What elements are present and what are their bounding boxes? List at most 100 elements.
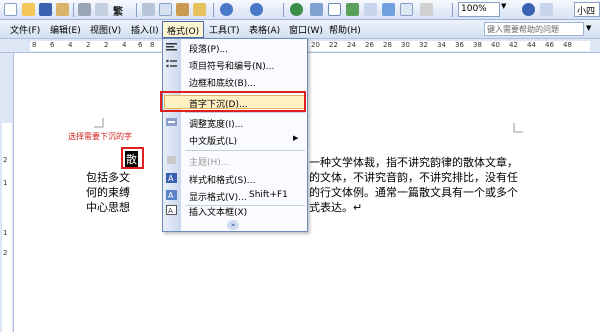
theme-icon: [167, 156, 176, 164]
ruler-number: 6: [138, 41, 143, 49]
ruler-number: 26: [365, 41, 374, 49]
menu-shortcut: Shift+F1: [249, 190, 288, 200]
menu-item-styles-formatting[interactable]: A 样式和格式(S)...: [163, 170, 307, 186]
reveal-format-icon: A: [166, 190, 177, 200]
menu-item-theme: 主题(H)...: [163, 152, 307, 168]
menu-item-label: 边框和底纹(B)...: [189, 79, 256, 89]
menu-item-label: 段落(P)...: [189, 45, 229, 55]
expand-menu-icon[interactable]: »: [227, 220, 239, 230]
document-line-4-start[interactable]: 中心思想: [86, 199, 130, 215]
menu-help[interactable]: 帮助(H): [329, 23, 361, 36]
toolbar-separator: [136, 3, 137, 17]
ruler-number: 40: [491, 41, 500, 49]
copy-icon[interactable]: [159, 3, 172, 16]
menu-item-reveal-formatting[interactable]: A 显示格式(V)... Shift+F1: [163, 187, 307, 203]
menu-item-insert-textbox[interactable]: A 插入文本框(X): [163, 202, 307, 218]
menu-bar: 文件(F) 编辑(E) 视图(V) 插入(I) 格式(O) 工具(T) 表格(A…: [0, 20, 600, 39]
print-icon[interactable]: [78, 3, 91, 16]
adjust-width-icon: [166, 118, 177, 126]
ruler-number: 48: [563, 41, 572, 49]
instruction-annotation: 选择需要下沉的字: [68, 132, 132, 141]
font-size-dropdown[interactable]: 小四: [574, 2, 600, 17]
help-icon[interactable]: [522, 3, 535, 16]
insert-table-icon[interactable]: [328, 3, 341, 16]
drawing-icon[interactable]: [382, 3, 395, 16]
ruler-number: 24: [347, 41, 356, 49]
menu-item-chinese-layout[interactable]: 中文版式(L) ▶: [163, 131, 307, 147]
menu-separator: [185, 150, 305, 151]
vertical-ruler[interactable]: 2 1 1 2: [0, 53, 14, 332]
svg-text:A: A: [168, 174, 174, 183]
ruler-number: 36: [455, 41, 464, 49]
font-size-value: 小四: [577, 7, 596, 17]
menu-insert[interactable]: 插入(I): [131, 23, 159, 36]
ruler-number: 1: [3, 229, 8, 237]
insert-excel-icon[interactable]: [346, 3, 359, 16]
drop-cap-highlight-box: [160, 91, 306, 112]
menu-expand-row[interactable]: »: [163, 217, 307, 233]
document-line-2-tail[interactable]: 的文体，不讲究音韵，不讲究排比，没有任: [309, 169, 518, 185]
help-placeholder: 键入需要帮助的问题: [487, 25, 559, 34]
margin-corner-mark: [513, 123, 523, 133]
ruler-number: 20: [311, 41, 320, 49]
submenu-arrow-icon: ▶: [293, 134, 299, 142]
format-painter-icon[interactable]: [193, 3, 206, 16]
open-folder-icon[interactable]: [22, 3, 35, 16]
hyperlink-icon[interactable]: [290, 3, 303, 16]
menu-separator: [185, 112, 305, 113]
help-search-input[interactable]: 键入需要帮助的问题: [484, 22, 584, 36]
paste-icon[interactable]: [176, 3, 189, 16]
chevron-down-icon[interactable]: ▼: [586, 24, 591, 32]
document-line-1-tail[interactable]: 一种文学体裁，指不讲究韵律的散体文章，: [309, 154, 518, 170]
ruler-number: 8: [150, 41, 155, 49]
ruler-number: 38: [473, 41, 482, 49]
menu-item-paragraph[interactable]: 段落(P)...: [163, 39, 307, 55]
menu-edit[interactable]: 编辑(E): [50, 23, 81, 36]
menu-format[interactable]: 格式(O): [162, 21, 205, 38]
ruler-number: 4: [68, 41, 73, 49]
new-document-icon[interactable]: [4, 3, 17, 16]
chevron-down-icon[interactable]: ▼: [501, 2, 506, 10]
textbox-icon: A: [166, 205, 177, 215]
styles-icon: A: [166, 173, 177, 183]
traditional-chinese-button[interactable]: 繁: [113, 3, 123, 18]
menu-item-label: 项目符号和编号(N)...: [189, 62, 275, 72]
menu-table[interactable]: 表格(A): [249, 23, 280, 36]
ruler-number: 2: [3, 156, 8, 164]
print-preview-icon[interactable]: [95, 3, 108, 16]
redo-icon[interactable]: [250, 3, 263, 16]
toolbar-separator: [73, 3, 74, 17]
ruler-number: 4: [122, 41, 127, 49]
document-map-icon[interactable]: [400, 3, 413, 16]
reading-mode-icon[interactable]: [540, 3, 553, 16]
document-line-2-start[interactable]: 包括多文: [86, 169, 130, 185]
save-icon[interactable]: [39, 3, 52, 16]
ruler-number: 2: [86, 41, 91, 49]
menu-tools[interactable]: 工具(T): [209, 23, 240, 36]
show-hide-icon[interactable]: [420, 3, 433, 16]
ruler-number: 28: [383, 41, 392, 49]
tables-borders-icon[interactable]: [310, 3, 323, 16]
format-menu-dropdown: 段落(P)... 项目符号和编号(N)... 边框和底纹(B)... 首字下沉(…: [162, 38, 308, 232]
selected-drop-char[interactable]: 散: [125, 151, 138, 167]
columns-icon[interactable]: [364, 3, 377, 16]
menu-item-label: 中文版式(L): [189, 137, 238, 147]
document-line-3-start[interactable]: 何的束缚: [86, 184, 130, 200]
document-line-3-tail[interactable]: 的行文体例。通常一篇散文具有一个或多个: [309, 184, 518, 200]
undo-icon[interactable]: [220, 3, 233, 16]
ruler-number: 1: [3, 179, 8, 187]
zoom-dropdown[interactable]: 100%: [458, 2, 500, 17]
menu-item-borders-shading[interactable]: 边框和底纹(B)...: [163, 73, 307, 89]
ruler-number: 42: [509, 41, 518, 49]
menu-item-bullets-numbering[interactable]: 项目符号和编号(N)...: [163, 56, 307, 72]
menu-window[interactable]: 窗口(W): [289, 23, 323, 36]
permission-icon[interactable]: [56, 3, 69, 16]
menu-file[interactable]: 文件(F): [10, 23, 40, 36]
toolbar-separator: [283, 3, 284, 17]
menu-view[interactable]: 视图(V): [90, 23, 121, 36]
cut-icon[interactable]: [142, 3, 155, 16]
document-line-4-tail[interactable]: 式表达。↵: [309, 199, 362, 215]
menu-item-adjust-width[interactable]: 调整宽度(I)...: [163, 114, 307, 130]
margin-corner-mark: [94, 118, 104, 128]
ruler-number: 46: [545, 41, 554, 49]
